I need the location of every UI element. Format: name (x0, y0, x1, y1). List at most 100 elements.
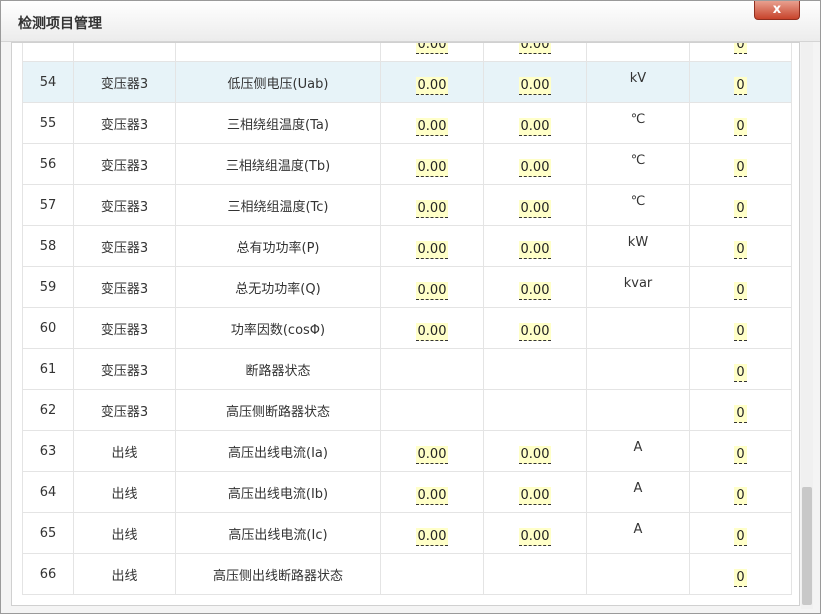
unit-text: kW (627, 234, 649, 250)
value1-value[interactable]: 0.00 (415, 43, 449, 54)
unit-cell: kV (586, 61, 690, 103)
value1-value[interactable]: 0.00 (415, 528, 449, 546)
table-row[interactable]: 59 变压器3 总无功功率(Q) 0.00 0.00 kvar 0 (22, 266, 792, 308)
item-name-cell: 三相绕组温度(Ta) (175, 102, 381, 144)
value2-cell: 0.00 (483, 61, 587, 103)
vertical-scrollbar[interactable] (801, 42, 813, 609)
value1-cell: 0.00 (380, 512, 484, 554)
flag-value[interactable]: 0 (734, 405, 747, 423)
unit-cell (586, 348, 690, 390)
item-name-cell: 高压出线电流(Ib) (175, 471, 381, 513)
flag-value[interactable]: 0 (734, 446, 747, 464)
value2-value[interactable]: 0.00 (518, 200, 552, 218)
row-number-cell: 55 (22, 102, 74, 144)
unit-cell: kvar (586, 266, 690, 308)
table-row[interactable]: 65 出线 高压出线电流(Ic) 0.00 0.00 A 0 (22, 512, 792, 554)
flag-value[interactable]: 0 (734, 282, 747, 300)
device-cell: 变压器3 (73, 225, 176, 267)
value1-value[interactable]: 0.00 (415, 200, 449, 218)
item-name-cell: 总有功功率(P) (175, 225, 381, 267)
flag-cell: 0 (689, 143, 792, 185)
value1-value[interactable]: 0.00 (415, 241, 449, 259)
flag-value[interactable]: 0 (734, 159, 747, 177)
table-row[interactable]: 64 出线 高压出线电流(Ib) 0.00 0.00 A 0 (22, 471, 792, 513)
dialog-title: 检测项目管理 (18, 16, 102, 32)
value1-value[interactable]: 0.00 (415, 487, 449, 505)
device-cell: 出线 (73, 430, 176, 472)
dialog-titlebar[interactable]: 检测项目管理 x (1, 1, 820, 42)
flag-cell: 0 (689, 184, 792, 226)
flag-value[interactable]: 0 (734, 77, 747, 95)
table-row[interactable]: 60 变压器3 功率因数(cosΦ) 0.00 0.00 0 (22, 307, 792, 349)
flag-value[interactable]: 0 (734, 487, 747, 505)
flag-value[interactable]: 0 (734, 200, 747, 218)
device-cell (73, 43, 176, 62)
value2-value[interactable]: 0.00 (518, 323, 552, 341)
flag-value[interactable]: 0 (734, 118, 747, 136)
unit-text: A (633, 439, 643, 455)
unit-cell (586, 553, 690, 595)
value1-cell: 0.00 (380, 102, 484, 144)
close-button[interactable]: x (754, 1, 800, 20)
value1-cell (380, 553, 484, 595)
value2-value[interactable]: 0.00 (518, 446, 552, 464)
table-row[interactable]: 63 出线 高压出线电流(Ia) 0.00 0.00 A 0 (22, 430, 792, 472)
flag-cell: 0 (689, 512, 792, 554)
table-row[interactable]: 55 变压器3 三相绕组温度(Ta) 0.00 0.00 ℃ 0 (22, 102, 792, 144)
table-row[interactable]: 62 变压器3 高压侧断路器状态 0 (22, 389, 792, 431)
flag-cell: 0 (689, 225, 792, 267)
unit-cell: A (586, 512, 690, 554)
value1-value[interactable]: 0.00 (415, 282, 449, 300)
unit-cell: A (586, 471, 690, 513)
item-name-cell: 低压侧电压(Uab) (175, 61, 381, 103)
value1-value[interactable]: 0.00 (415, 159, 449, 177)
flag-value[interactable]: 0 (734, 323, 747, 341)
value2-cell: 0.00 (483, 143, 587, 185)
device-cell: 变压器3 (73, 143, 176, 185)
value2-cell (483, 389, 587, 431)
flag-value[interactable]: 0 (734, 364, 747, 382)
unit-cell: A (586, 430, 690, 472)
flag-value[interactable]: 0 (734, 43, 747, 54)
table-container: 0.00 0.00 0 54 变压器3 低压侧电压(Uab) 0.00 0.00 kV 0 55 变压… (11, 42, 800, 606)
device-cell: 变压器3 (73, 307, 176, 349)
table-row[interactable]: 66 出线 高压侧出线断路器状态 0 (22, 553, 792, 595)
scrollbar-thumb[interactable] (802, 487, 812, 605)
value2-value[interactable]: 0.00 (518, 118, 552, 136)
table-row[interactable]: 0.00 0.00 0 (22, 43, 792, 62)
item-name-cell: 三相绕组温度(Tb) (175, 143, 381, 185)
row-number-cell: 57 (22, 184, 74, 226)
unit-text: kV (629, 70, 647, 86)
table-row[interactable]: 57 变压器3 三相绕组温度(Tc) 0.00 0.00 ℃ 0 (22, 184, 792, 226)
value2-value[interactable]: 0.00 (518, 77, 552, 95)
value2-value[interactable]: 0.00 (518, 282, 552, 300)
row-number-cell: 61 (22, 348, 74, 390)
flag-value[interactable]: 0 (734, 241, 747, 259)
flag-value[interactable]: 0 (734, 569, 747, 587)
table-row[interactable]: 56 变压器3 三相绕组温度(Tb) 0.00 0.00 ℃ 0 (22, 143, 792, 185)
value2-value[interactable]: 0.00 (518, 528, 552, 546)
value1-cell: 0.00 (380, 184, 484, 226)
row-number-cell: 58 (22, 225, 74, 267)
value1-value[interactable]: 0.00 (415, 77, 449, 95)
flag-value[interactable]: 0 (734, 528, 747, 546)
value2-value[interactable]: 0.00 (518, 241, 552, 259)
item-name-cell: 总无功功率(Q) (175, 266, 381, 308)
row-number-cell: 62 (22, 389, 74, 431)
row-number-cell (22, 43, 74, 62)
flag-cell: 0 (689, 61, 792, 103)
unit-cell: ℃ (586, 184, 690, 226)
table-row[interactable]: 61 变压器3 断路器状态 0 (22, 348, 792, 390)
value1-cell: 0.00 (380, 266, 484, 308)
item-name-cell: 高压侧断路器状态 (175, 389, 381, 431)
value2-value[interactable]: 0.00 (518, 43, 552, 54)
value2-value[interactable]: 0.00 (518, 487, 552, 505)
table-row[interactable]: 58 变压器3 总有功功率(P) 0.00 0.00 kW 0 (22, 225, 792, 267)
value1-value[interactable]: 0.00 (415, 323, 449, 341)
table-row[interactable]: 54 变压器3 低压侧电压(Uab) 0.00 0.00 kV 0 (22, 61, 792, 103)
value1-value[interactable]: 0.00 (415, 118, 449, 136)
dialog-window: 检测项目管理 x 0.00 0.00 0 54 变压器3 低压侧电压(Uab) 0.00 0.… (0, 0, 821, 614)
unit-text: kvar (623, 275, 653, 291)
value1-value[interactable]: 0.00 (415, 446, 449, 464)
value2-value[interactable]: 0.00 (518, 159, 552, 177)
